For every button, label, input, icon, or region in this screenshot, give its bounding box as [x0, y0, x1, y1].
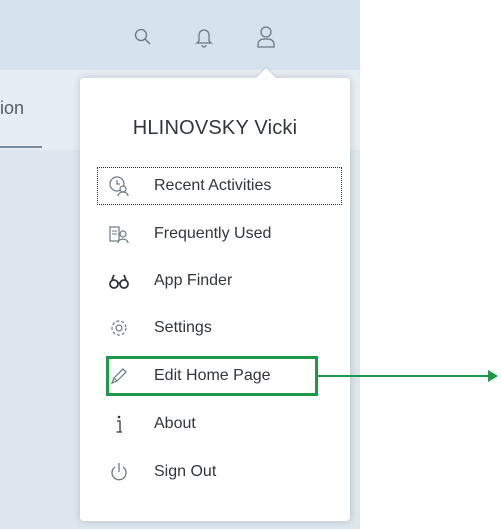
menu-item-sign-out[interactable]: Sign Out — [98, 454, 341, 490]
menu-item-label: Sign Out — [154, 463, 217, 480]
menu-item-settings[interactable]: Settings — [98, 310, 341, 346]
shell-header — [0, 0, 360, 70]
menu-item-frequently-used[interactable]: Frequently Used — [98, 216, 341, 252]
search-icon[interactable] — [130, 24, 156, 50]
binoculars-icon — [106, 268, 132, 294]
info-icon — [106, 411, 132, 437]
menu-item-label: Settings — [154, 319, 212, 336]
menu-item-label: Frequently Used — [154, 225, 272, 242]
menu-item-label: Recent Activities — [154, 177, 272, 194]
annotation-arrow-line — [318, 375, 490, 377]
tab-label[interactable]: ion — [0, 98, 24, 119]
annotation-arrow-head — [488, 370, 498, 382]
power-icon — [106, 459, 132, 485]
frequently-used-icon — [106, 221, 132, 247]
tab-underline — [0, 146, 42, 148]
gear-icon — [106, 315, 132, 341]
highlight-box — [106, 356, 318, 396]
menu-item-app-finder[interactable]: App Finder — [98, 263, 341, 299]
popover-arrow — [256, 68, 276, 78]
user-icon[interactable] — [253, 24, 279, 50]
menu-item-recent-activities[interactable]: Recent Activities — [97, 167, 342, 205]
recent-activities-icon — [106, 173, 132, 199]
menu-item-label: App Finder — [154, 272, 233, 289]
user-name: HLINOVSKY Vicki — [132, 117, 298, 139]
bell-icon[interactable] — [191, 24, 217, 50]
menu-item-label: About — [154, 415, 196, 432]
menu-item-about[interactable]: About — [98, 406, 341, 442]
